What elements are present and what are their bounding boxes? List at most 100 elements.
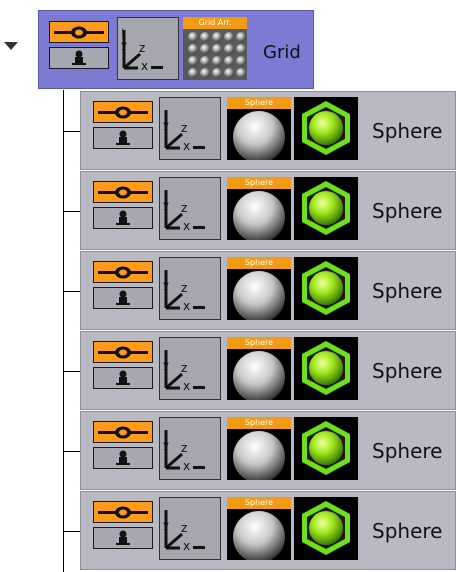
material-hexagon-icon [294,337,358,400]
lock-toggle[interactable] [93,367,153,389]
thumbnail-tag: Sphere [227,177,291,189]
material-hexagon-icon [294,417,358,480]
lock-person-icon [116,530,130,545]
thumbnail-tag: Sphere [227,497,291,509]
node-label: Sphere [372,359,443,383]
lock-toggle[interactable] [93,127,153,149]
visibility-eye-icon [98,106,148,119]
svg-text:z: z [181,281,187,295]
tree-node-sphere[interactable]: y z x Sphere [80,91,456,170]
sphere-icon [227,349,291,400]
sphere-thumbnail[interactable]: Sphere [227,417,291,480]
visibility-eye-icon [98,506,148,519]
svg-text:x: x [183,139,190,153]
lock-toggle[interactable] [93,527,153,549]
svg-text:x: x [183,539,190,553]
svg-text:z: z [181,521,187,535]
axis-xyz-icon: y z x [163,350,205,393]
svg-text:z: z [181,201,187,215]
collapse-arrow-icon[interactable] [4,42,18,50]
tree-branch-line [63,451,80,452]
material-thumbnail[interactable] [294,257,358,320]
thumbnail-tag: Sphere [227,337,291,349]
lock-toggle[interactable] [49,47,109,69]
material-thumbnail[interactable] [294,337,358,400]
thumbnail-tag: Grid Arr. [183,17,247,29]
tree-node-sphere[interactable]: y z x Sphere [80,251,456,330]
lock-toggle[interactable] [93,287,153,309]
axis-xyz-icon: y z x [163,110,205,153]
material-hexagon-icon [294,497,358,560]
visibility-eye-icon [98,426,148,439]
grid-array-thumbnail[interactable]: Grid Arr. [183,17,247,80]
material-thumbnail[interactable] [294,97,358,160]
svg-text:z: z [139,41,145,55]
material-thumbnail[interactable] [294,497,358,560]
lock-toggle[interactable] [93,207,153,229]
transform-axis-button[interactable]: y z x [159,417,221,480]
lock-person-icon [116,210,130,225]
material-hexagon-icon [294,177,358,240]
lock-person-icon [116,290,130,305]
visibility-toggle[interactable] [49,21,109,43]
tree-node-sphere[interactable]: y z x Sphere [80,171,456,250]
sphere-icon [227,189,291,240]
transform-axis-button[interactable]: y z x [159,497,221,560]
visibility-toggle[interactable] [93,181,153,203]
material-thumbnail[interactable] [294,177,358,240]
svg-text:x: x [141,59,148,73]
svg-text:x: x [183,379,190,393]
transform-axis-button[interactable]: y z x [159,337,221,400]
transform-axis-button[interactable]: | y z x [117,17,179,80]
lock-toggle[interactable] [93,447,153,469]
svg-text:z: z [181,441,187,455]
axis-xyz-icon: y z x [163,270,205,313]
transform-axis-button[interactable]: y z x [159,177,221,240]
visibility-toggle[interactable] [93,341,153,363]
svg-text:x: x [183,219,190,233]
node-label: Sphere [372,119,443,143]
svg-text:z: z [181,121,187,135]
transform-axis-button[interactable]: y z x [159,257,221,320]
tree-node-sphere[interactable]: y z x Sphere [80,411,456,490]
transform-axis-button[interactable]: y z x [159,97,221,160]
sphere-icon [227,509,291,560]
axis-xyz-icon: y z x [163,430,205,473]
sphere-thumbnail[interactable]: Sphere [227,97,291,160]
node-label: Sphere [372,199,443,223]
sphere-thumbnail[interactable]: Sphere [227,257,291,320]
lock-person-icon [116,370,130,385]
sphere-thumbnail[interactable]: Sphere [227,497,291,560]
tree-connector-line [63,90,64,572]
svg-text:x: x [183,459,190,473]
tree-node-sphere[interactable]: y z x Sphere [80,491,456,570]
thumbnail-tag: Sphere [227,257,291,269]
sphere-thumbnail[interactable]: Sphere [227,337,291,400]
tree-branch-line [63,291,80,292]
thumbnail-tag: Sphere [227,97,291,109]
visibility-eye-icon [98,346,148,359]
lock-person-icon [72,50,86,65]
material-hexagon-icon [294,97,358,160]
material-hexagon-icon [294,257,358,320]
grid-array-icon [183,29,247,80]
node-label: Grid [263,42,301,63]
visibility-eye-icon [54,26,104,39]
node-label: Sphere [372,439,443,463]
thumbnail-tag: Sphere [227,417,291,429]
tree-node-sphere[interactable]: y z x Sphere [80,331,456,410]
svg-text:z: z [181,361,187,375]
tree-node-grid[interactable]: | y z x Grid Arr. [38,10,314,89]
visibility-toggle[interactable] [93,261,153,283]
sphere-icon [227,109,291,160]
lock-person-icon [116,130,130,145]
visibility-toggle[interactable] [93,421,153,443]
visibility-toggle[interactable] [93,101,153,123]
lock-person-icon [116,450,130,465]
sphere-thumbnail[interactable]: Sphere [227,177,291,240]
visibility-eye-icon [98,266,148,279]
visibility-toggle[interactable] [93,501,153,523]
axis-xyz-icon: | y z x [121,28,163,73]
sphere-icon [227,269,291,320]
material-thumbnail[interactable] [294,417,358,480]
